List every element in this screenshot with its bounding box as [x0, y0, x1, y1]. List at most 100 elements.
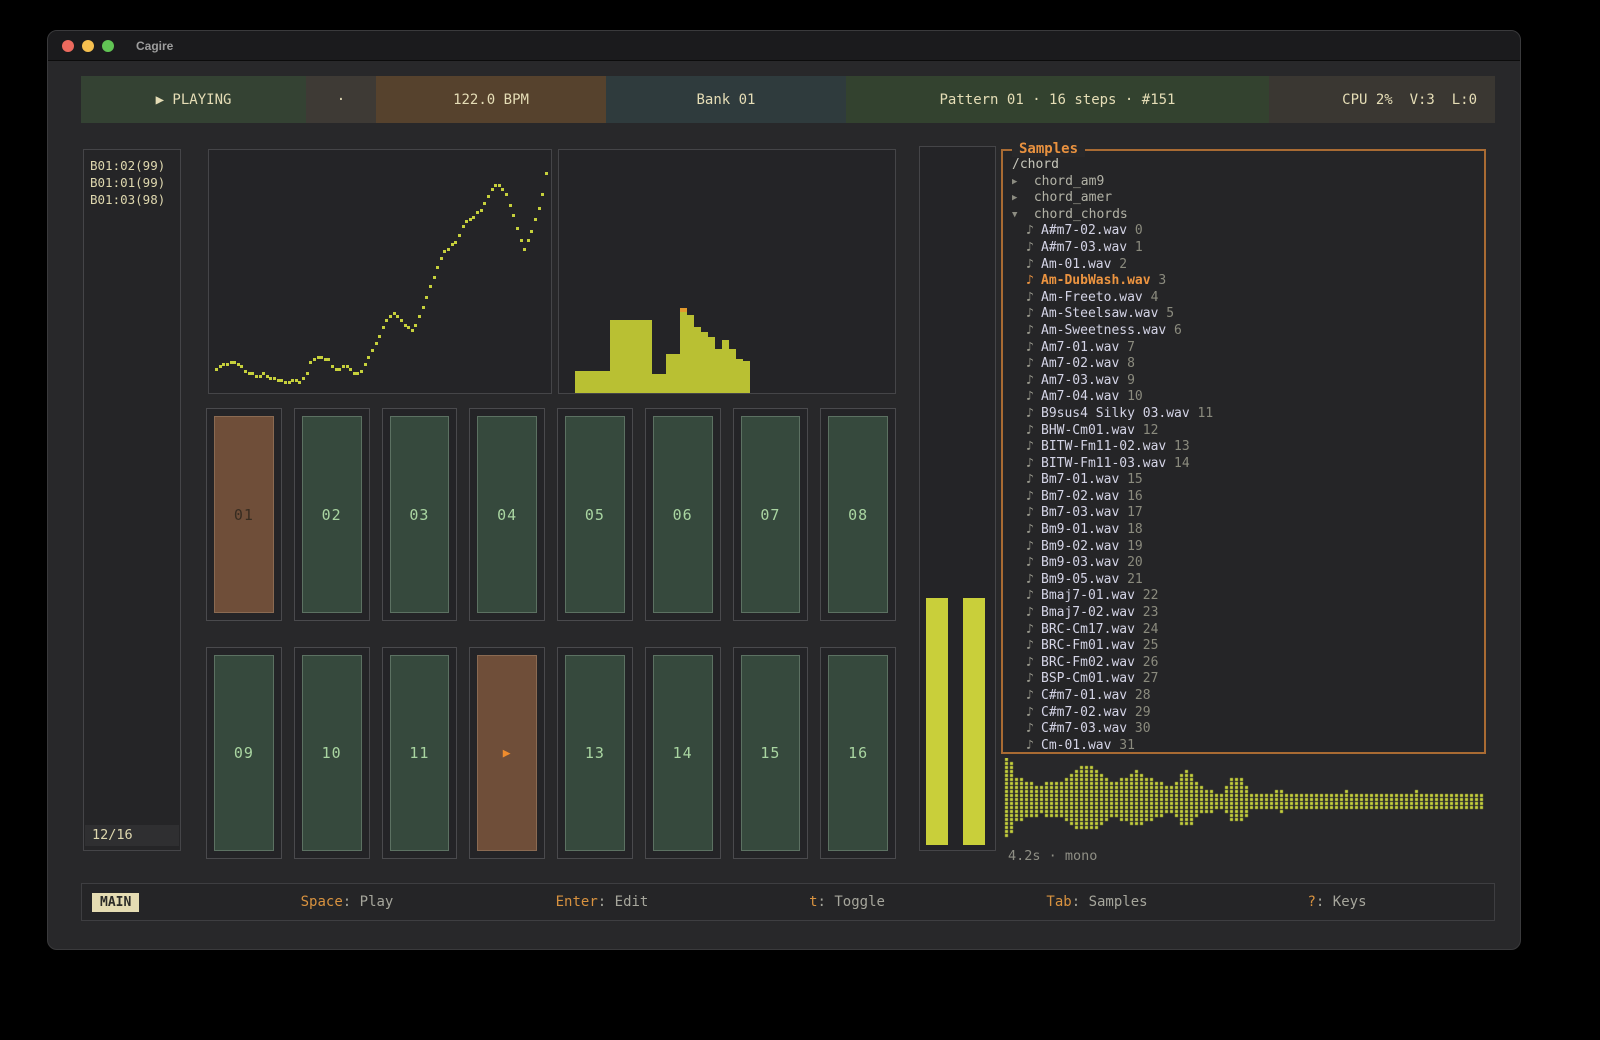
samples-file-row[interactable]: ♪Am7-04.wav 10: [1012, 389, 1484, 406]
samples-file-row[interactable]: ♪C#m7-01.wav 28: [1012, 688, 1484, 705]
samples-file-row[interactable]: ♪Am7-03.wav 9: [1012, 373, 1484, 390]
music-note-icon: ♪: [1026, 539, 1041, 556]
samples-file-row[interactable]: ♪BITW-Fm11-03.wav 14: [1012, 456, 1484, 473]
samples-file-row[interactable]: ♪Am-Freeto.wav 4: [1012, 290, 1484, 307]
samples-file-row[interactable]: ♪Am-Steelsaw.wav 5: [1012, 306, 1484, 323]
scatter-dot: [215, 368, 218, 371]
samples-browser[interactable]: Samples /chord▶ chord_am9▶ chord_amer▼ c…: [1001, 149, 1486, 754]
scatter-dot: [230, 361, 233, 364]
pad-16[interactable]: 16: [820, 647, 896, 859]
samples-file-index: 2: [1111, 257, 1127, 272]
scatter-dot: [498, 184, 501, 187]
waveform-info: 4.2s · mono: [1008, 848, 1097, 864]
vu-meter-left: [926, 598, 948, 845]
scatter-dot: [219, 365, 222, 368]
samples-file-row[interactable]: ♪BSP-Cm01.wav 27: [1012, 671, 1484, 688]
pad-13[interactable]: 13: [557, 647, 633, 859]
music-note-icon: ♪: [1026, 373, 1041, 390]
zoom-button[interactable]: [102, 40, 114, 52]
histogram-bar: [575, 371, 582, 393]
samples-file-row[interactable]: ♪Am7-01.wav 7: [1012, 340, 1484, 357]
pad-07[interactable]: 07: [733, 408, 809, 621]
title-bar: Cagire: [48, 31, 1520, 61]
pad-fill: ▶: [477, 655, 537, 851]
scatter-dot: [476, 211, 479, 214]
music-note-icon: ♪: [1026, 240, 1041, 257]
pad-08[interactable]: 08: [820, 408, 896, 621]
samples-file-row[interactable]: ♪BRC-Fm02.wav 26: [1012, 655, 1484, 672]
samples-file-row[interactable]: ♪Bm9-05.wav 21: [1012, 572, 1484, 589]
histogram-bar: [708, 337, 715, 393]
status-segment-label-pattern: Pattern 01 · 16 steps · #151: [939, 92, 1175, 108]
samples-file-row[interactable]: ♪Am-Sweetness.wav 6: [1012, 323, 1484, 340]
samples-file-row[interactable]: ♪Bm7-03.wav 17: [1012, 505, 1484, 522]
samples-file-row[interactable]: ♪C#m7-03.wav 30: [1012, 721, 1484, 738]
pad-02[interactable]: 02: [294, 408, 370, 621]
pad-06[interactable]: 06: [645, 408, 721, 621]
scatter-dot: [494, 184, 497, 187]
scatter-dot: [527, 239, 530, 242]
scatter-dot: [520, 239, 523, 242]
samples-file-name: Am-Sweetness.wav: [1041, 323, 1166, 338]
samples-file-row[interactable]: ♪C#m7-02.wav 29: [1012, 705, 1484, 722]
histogram-bar: [736, 359, 743, 393]
pad-15[interactable]: 15: [733, 647, 809, 859]
samples-file-row[interactable]: ♪BHW-Cm01.wav 12: [1012, 423, 1484, 440]
pad-fill: 08: [828, 416, 888, 613]
samples-file-row[interactable]: ♪Am-DubWash.wav 3: [1012, 273, 1484, 290]
samples-file-row[interactable]: ♪Am7-02.wav 8: [1012, 356, 1484, 373]
samples-dir-row[interactable]: ▶ chord_am9: [1012, 174, 1484, 191]
samples-file-row[interactable]: ♪BRC-Cm17.wav 24: [1012, 622, 1484, 639]
histogram-bar: [694, 327, 701, 393]
samples-file-name: C#m7-03.wav: [1041, 721, 1127, 736]
music-note-icon: ♪: [1026, 273, 1041, 290]
samples-file-row[interactable]: ♪A#m7-02.wav 0: [1012, 223, 1484, 240]
samples-file-row[interactable]: ♪BITW-Fm11-02.wav 13: [1012, 439, 1484, 456]
samples-file-name: Am7-01.wav: [1041, 340, 1119, 355]
pad-14[interactable]: 14: [645, 647, 721, 859]
footer-hint-tab: Tab: Samples: [1046, 894, 1147, 910]
music-note-icon: ♪: [1026, 555, 1041, 572]
samples-file-row[interactable]: ♪Bm9-03.wav 20: [1012, 555, 1484, 572]
close-button[interactable]: [62, 40, 74, 52]
samples-file-index: 23: [1135, 605, 1158, 620]
pad-10[interactable]: 10: [294, 647, 370, 859]
samples-file-row[interactable]: ♪BRC-Fm01.wav 25: [1012, 638, 1484, 655]
samples-file-row[interactable]: ♪Bm9-01.wav 18: [1012, 522, 1484, 539]
status-segment-bank: Bank 01: [606, 76, 846, 123]
samples-file-row[interactable]: ♪Bm9-02.wav 19: [1012, 539, 1484, 556]
samples-dir-row[interactable]: ▼ chord_chords: [1012, 207, 1484, 224]
minimize-button[interactable]: [82, 40, 94, 52]
music-note-icon: ♪: [1026, 638, 1041, 655]
samples-file-index: 24: [1135, 622, 1158, 637]
waveform-display: [1003, 758, 1491, 844]
scatter-dot: [244, 370, 247, 373]
pad-fill: 11: [390, 655, 450, 851]
music-note-icon: ♪: [1026, 489, 1041, 506]
pad-11[interactable]: 11: [382, 647, 458, 859]
samples-file-row[interactable]: ♪B9sus4 Silky 03.wav 11: [1012, 406, 1484, 423]
pad-03[interactable]: 03: [382, 408, 458, 621]
histogram-bar: [589, 371, 596, 393]
samples-file-row[interactable]: ♪Bm7-01.wav 15: [1012, 472, 1484, 489]
pad-12[interactable]: ▶: [469, 647, 545, 859]
music-note-icon: ♪: [1026, 688, 1041, 705]
samples-file-row[interactable]: ♪Bmaj7-02.wav 23: [1012, 605, 1484, 622]
pad-04[interactable]: 04: [469, 408, 545, 621]
pad-fill: 03: [390, 416, 450, 613]
samples-file-name: Am7-04.wav: [1041, 389, 1119, 404]
scatter-dot: [385, 319, 388, 322]
pad-05[interactable]: 05: [557, 408, 633, 621]
samples-file-row[interactable]: ♪Am-01.wav 2: [1012, 257, 1484, 274]
samples-file-name: BRC-Cm17.wav: [1041, 622, 1135, 637]
pad-09[interactable]: 09: [206, 647, 282, 859]
histogram-bar: [645, 320, 652, 393]
music-note-icon: ♪: [1026, 323, 1041, 340]
pad-01[interactable]: 01: [206, 408, 282, 621]
scatter-dot: [512, 214, 515, 217]
samples-file-row[interactable]: ♪Cm-01.wav 31: [1012, 738, 1484, 755]
samples-file-row[interactable]: ♪Bmaj7-01.wav 22: [1012, 588, 1484, 605]
samples-dir-row[interactable]: ▶ chord_amer: [1012, 190, 1484, 207]
samples-file-row[interactable]: ♪A#m7-03.wav 1: [1012, 240, 1484, 257]
samples-file-row[interactable]: ♪Bm7-02.wav 16: [1012, 489, 1484, 506]
